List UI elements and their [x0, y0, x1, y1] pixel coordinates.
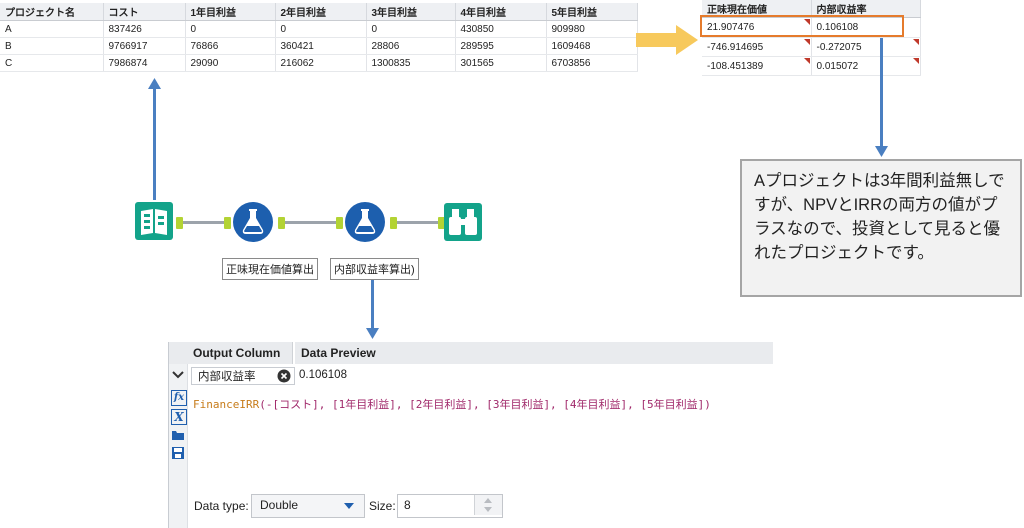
- preview-value: 0.106108: [299, 369, 347, 381]
- stepper-buttons[interactable]: [474, 495, 502, 515]
- cell-value: -746.914695: [707, 41, 764, 53]
- column-header[interactable]: 1年目利益: [185, 3, 276, 21]
- output-column-header: Output Column: [169, 342, 293, 364]
- flag-icon: [912, 58, 919, 64]
- output-data-table: 正味現在価値 内部収益率 21.907476 0.106108 -746.914…: [702, 0, 921, 76]
- table-cell: 301565: [455, 54, 547, 72]
- size-label: Size:: [369, 499, 396, 513]
- input-anchor[interactable]: [336, 217, 343, 229]
- yellow-arrow-icon: [636, 25, 698, 55]
- dropdown-arrow-icon: [344, 503, 354, 509]
- expression-toolbar: fx X: [169, 364, 188, 528]
- flag-icon: [803, 58, 810, 64]
- table-row[interactable]: A 837426 0 0 0 430850 909980: [0, 20, 638, 38]
- arrow-line: [153, 88, 156, 200]
- table-cell: 430850: [455, 20, 547, 38]
- chevron-down-icon[interactable]: [172, 370, 184, 380]
- formula-icon[interactable]: [232, 201, 274, 243]
- table-cell: -746.914695: [702, 37, 812, 57]
- table-cell: 0: [366, 20, 456, 38]
- column-header[interactable]: 2年目利益: [275, 3, 367, 21]
- table-row[interactable]: -746.914695 -0.272075: [702, 37, 921, 57]
- formula-icon[interactable]: [344, 201, 386, 243]
- variable-icon[interactable]: X: [171, 409, 187, 425]
- connector-line: [282, 221, 340, 224]
- table-cell: -0.272075: [811, 37, 921, 57]
- size-value: 8: [404, 498, 411, 512]
- formula-config-panel: Output Column Data Preview fx X 内部収益率 0.…: [168, 342, 773, 528]
- explanation-callout: Aプロジェクトは3年間利益無しですが、NPVとIRRの両方の値がプラスなので、投…: [740, 159, 1022, 297]
- table-row[interactable]: C 7986874 29090 216062 1300835 301565 67…: [0, 54, 638, 72]
- table-cell: 28806: [366, 37, 456, 55]
- cell-value: 0.015072: [816, 60, 859, 72]
- table-cell: 837426: [103, 20, 186, 38]
- table-cell: 360421: [275, 37, 367, 55]
- table-header-row: プロジェクト名 コスト 1年目利益 2年目利益 3年目利益 4年目利益 5年目利…: [0, 3, 638, 21]
- output-anchor[interactable]: [390, 217, 397, 229]
- table-cell: 6703856: [546, 54, 638, 72]
- table-cell: 9766917: [103, 37, 186, 55]
- table-cell: 909980: [546, 20, 638, 38]
- decrement-icon[interactable]: [484, 507, 492, 512]
- input-anchor[interactable]: [224, 217, 231, 229]
- table-cell: C: [0, 54, 104, 72]
- input-data-icon[interactable]: [135, 202, 173, 240]
- column-header[interactable]: プロジェクト名: [0, 3, 104, 21]
- column-header[interactable]: 3年目利益: [366, 3, 456, 21]
- table-cell: 0.015072: [811, 56, 921, 76]
- folder-icon[interactable]: [171, 428, 185, 442]
- flag-icon: [912, 39, 919, 45]
- arrow-down-icon: [875, 146, 888, 157]
- table-cell: B: [0, 37, 104, 55]
- cell-value: -108.451389: [707, 60, 764, 72]
- flag-icon: [803, 39, 810, 45]
- formula-function: FinanceIRR: [193, 398, 260, 411]
- data-preview-header: Data Preview: [295, 342, 773, 364]
- save-icon[interactable]: [171, 446, 185, 460]
- table-cell: 216062: [275, 54, 367, 72]
- cell-value: -0.272075: [816, 41, 862, 53]
- formula-expression[interactable]: FinanceIRR(-[コスト], [1年目利益], [2年目利益], [3年…: [193, 396, 711, 412]
- table-cell: 29090: [185, 54, 276, 72]
- highlight-box: [700, 15, 904, 37]
- table-cell: 7986874: [103, 54, 186, 72]
- table-cell: 0: [275, 20, 367, 38]
- input-data-table: プロジェクト名 コスト 1年目利益 2年目利益 3年目利益 4年目利益 5年目利…: [0, 3, 638, 72]
- output-anchor[interactable]: [176, 217, 183, 229]
- increment-icon[interactable]: [484, 498, 492, 503]
- table-row[interactable]: -108.451389 0.015072: [702, 56, 921, 76]
- table-cell: 1609468: [546, 37, 638, 55]
- table-cell: -108.451389: [702, 56, 812, 76]
- function-icon[interactable]: fx: [171, 390, 187, 406]
- table-cell: 289595: [455, 37, 547, 55]
- size-stepper[interactable]: 8: [397, 494, 503, 518]
- tool-label[interactable]: 正味現在価値算出: [222, 258, 318, 280]
- column-header[interactable]: コスト: [103, 3, 186, 21]
- formula-arguments: (-[コスト], [1年目利益], [2年目利益], [3年目利益], [4年目…: [259, 398, 711, 411]
- browse-icon[interactable]: [444, 203, 482, 241]
- arrow-line: [880, 38, 883, 150]
- connector-line: [394, 221, 442, 224]
- connector-line: [180, 221, 228, 224]
- table-cell: A: [0, 20, 104, 38]
- table-cell: 0: [185, 20, 276, 38]
- tool-label[interactable]: 内部収益率算出): [330, 258, 419, 280]
- arrow-up-icon: [148, 78, 161, 89]
- arrow-down-icon: [366, 328, 379, 339]
- table-cell: 1300835: [366, 54, 456, 72]
- data-type-label: Data type:: [194, 499, 249, 513]
- table-cell: 76866: [185, 37, 276, 55]
- table-row[interactable]: B 9766917 76866 360421 28806 289595 1609…: [0, 37, 638, 55]
- delete-icon[interactable]: [277, 369, 291, 383]
- data-type-value: Double: [260, 498, 299, 512]
- column-header[interactable]: 4年目利益: [455, 3, 547, 21]
- data-type-select[interactable]: Double: [251, 494, 365, 518]
- column-header[interactable]: 5年目利益: [546, 3, 638, 21]
- arrow-line: [371, 280, 374, 330]
- output-anchor[interactable]: [278, 217, 285, 229]
